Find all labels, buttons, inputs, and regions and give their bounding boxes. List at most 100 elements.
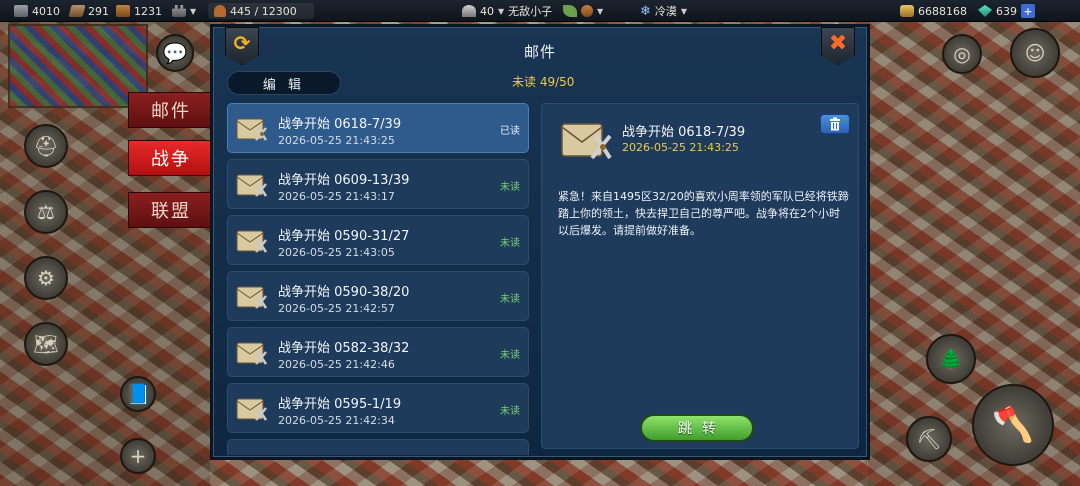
mail-status: 未读 xyxy=(500,350,520,361)
gold-icon xyxy=(900,5,914,17)
mail-title: 战争开始 0590-38/20 xyxy=(278,285,410,300)
helmet-icon: ⛑ xyxy=(33,134,59,158)
war-letter-icon xyxy=(236,342,268,365)
mail-item[interactable]: 战争开始 0590-38/20 2026-05-25 21:42:57 未读 xyxy=(227,271,529,321)
axe-icon: 🪓 xyxy=(991,405,1035,445)
tab-mail[interactable]: 邮件 xyxy=(128,92,212,128)
war-letter-icon xyxy=(236,230,268,253)
justice-button[interactable]: ⚖ xyxy=(24,190,68,234)
scales-icon: ⚖ xyxy=(37,200,55,224)
stone-icon xyxy=(14,5,28,17)
weather-text: 冷漠 xyxy=(654,5,677,18)
mail-detail-panel: 战争开始 0618-7/39 2026-05-25 21:43:25 紧急！来自… xyxy=(541,103,859,449)
detail-title: 战争开始 0618-7/39 xyxy=(622,125,746,140)
map-icon: 🗺 xyxy=(33,332,59,356)
dialog-title: 邮件 xyxy=(523,43,556,61)
mail-time: 2026-05-25 21:42:46 xyxy=(278,358,395,371)
stone-resource[interactable]: 4010 xyxy=(14,3,60,19)
item-shortcuts[interactable]: ▼ xyxy=(563,3,603,19)
mail-item[interactable]: 战争开始 0609-13/39 2026-05-25 21:43:17 未读 xyxy=(227,159,529,209)
gear-icon: ⚙ xyxy=(37,266,55,290)
jump-button[interactable]: 跳转 xyxy=(640,414,754,442)
detail-time: 2026-05-25 21:43:25 xyxy=(622,141,739,154)
castle-icon xyxy=(172,5,186,17)
season-button[interactable]: 🌲 xyxy=(926,334,976,384)
rank-value: 40 xyxy=(480,4,494,18)
mail-title: 战争开始 0595-1/19 xyxy=(278,397,402,412)
tab-alliance[interactable]: 联盟 xyxy=(128,192,212,228)
minimap[interactable] xyxy=(8,24,148,108)
chevron-down-icon: ▼ xyxy=(597,6,604,16)
globe-button[interactable]: ◎ xyxy=(942,34,982,74)
shovel-button[interactable]: ⛏ xyxy=(906,416,952,462)
snowflake-icon: ❄ xyxy=(640,3,651,19)
mail-time: 2026-05-25 21:42:34 xyxy=(278,414,395,427)
helmet-icon xyxy=(462,5,476,17)
population-icon xyxy=(214,5,226,17)
mail-item[interactable] xyxy=(227,439,529,455)
population-amount: 445 / 12300 xyxy=(230,4,297,18)
mail-body-text: 紧急！来自1495区32/20的喜欢小周率领的军队已经将铁蹄踏上你的领土，快去捍… xyxy=(558,190,849,237)
mail-title: 战争开始 0590-31/27 xyxy=(278,229,410,244)
fruit-icon xyxy=(581,5,593,17)
gem-resource[interactable]: 639 + xyxy=(978,3,1035,19)
weather-status[interactable]: ❄ 冷漠 ▼ xyxy=(640,3,687,19)
resource-bar: 4010 291 1231 ▼ 445 / 12300 40 ▼ 无敌小子 ▼ … xyxy=(0,0,1080,22)
book-button[interactable]: 📘 xyxy=(120,376,156,412)
war-letter-icon xyxy=(561,123,612,160)
population-resource[interactable]: 445 / 12300 xyxy=(208,3,314,19)
mail-status: 未读 xyxy=(500,294,520,305)
map-button[interactable]: 🗺 xyxy=(24,322,68,366)
buy-gems-button[interactable]: + xyxy=(1021,4,1035,18)
warrior-portrait-icon: ☺ xyxy=(1024,41,1046,65)
stone-amount: 4010 xyxy=(32,4,60,18)
wood-amount: 1231 xyxy=(134,4,162,18)
tab-war[interactable]: 战争 xyxy=(128,140,212,176)
close-icon: ✖ xyxy=(828,30,848,56)
mail-item[interactable]: 战争开始 0590-31/27 2026-05-25 21:43:05 未读 xyxy=(227,215,529,265)
book-icon: 📘 xyxy=(125,382,151,406)
shovel-icon: ⛏ xyxy=(916,427,942,451)
tab-war-label: 战争 xyxy=(151,149,191,170)
gold-resource[interactable]: 6688168 xyxy=(900,3,967,19)
mail-item[interactable]: 战争开始 0618-7/39 2026-05-25 21:43:25 已读 xyxy=(227,103,529,153)
castle-menu[interactable]: ▼ xyxy=(172,3,196,19)
helmet-button[interactable]: ⛑ xyxy=(24,124,68,168)
mail-time: 2026-05-25 21:43:17 xyxy=(278,190,395,203)
gem-amount: 639 xyxy=(996,4,1017,18)
delete-button[interactable] xyxy=(820,114,850,134)
edit-button[interactable]: 编 辑 xyxy=(227,71,341,95)
war-letter-icon xyxy=(236,398,268,421)
mail-status: 已读 xyxy=(500,126,520,137)
mail-title: 战争开始 0618-7/39 xyxy=(278,117,402,132)
tab-mail-label: 邮件 xyxy=(151,101,191,122)
mail-status: 未读 xyxy=(500,182,520,193)
player-rank[interactable]: 40 ▼ 无敌小子 xyxy=(462,3,552,19)
war-letter-icon xyxy=(236,174,268,197)
unread-count: 未读 49/50 xyxy=(512,75,575,89)
iron-icon xyxy=(68,5,86,17)
mail-time: 2026-05-25 21:43:05 xyxy=(278,246,395,259)
avatar[interactable]: ☺ xyxy=(1010,28,1060,78)
mail-dialog: ⟳ 邮件 ✖ 编 辑 未读 49/50 战争开始 0618-7/39 2026-… xyxy=(210,24,870,460)
gold-amount: 6688168 xyxy=(918,4,967,18)
chevron-down-icon: ▼ xyxy=(498,6,505,16)
trash-icon xyxy=(830,117,840,131)
chevron-down-icon: ▼ xyxy=(190,6,197,16)
mail-status: 未读 xyxy=(500,406,520,417)
leaf-icon xyxy=(563,5,577,17)
wood-resource[interactable]: 1231 xyxy=(116,3,162,19)
mail-list[interactable]: 战争开始 0618-7/39 2026-05-25 21:43:25 已读 战争… xyxy=(227,103,531,455)
battle-axe-button[interactable]: 🪓 xyxy=(972,384,1054,466)
mail-time: 2026-05-25 21:42:57 xyxy=(278,302,395,315)
gem-icon xyxy=(978,5,992,17)
mail-item[interactable]: 战争开始 0582-38/32 2026-05-25 21:42:46 未读 xyxy=(227,327,529,377)
chat-button[interactable]: 💬 xyxy=(156,34,194,72)
war-letter-icon xyxy=(236,118,268,141)
settings-button[interactable]: ⚙ xyxy=(24,256,68,300)
mail-item[interactable]: 战争开始 0595-1/19 2026-05-25 21:42:34 未读 xyxy=(227,383,529,433)
add-button[interactable]: + xyxy=(120,438,156,474)
mail-time: 2026-05-25 21:43:25 xyxy=(278,134,395,147)
iron-resource[interactable]: 291 xyxy=(68,3,109,19)
player-name: 无敌小子 xyxy=(508,5,553,18)
